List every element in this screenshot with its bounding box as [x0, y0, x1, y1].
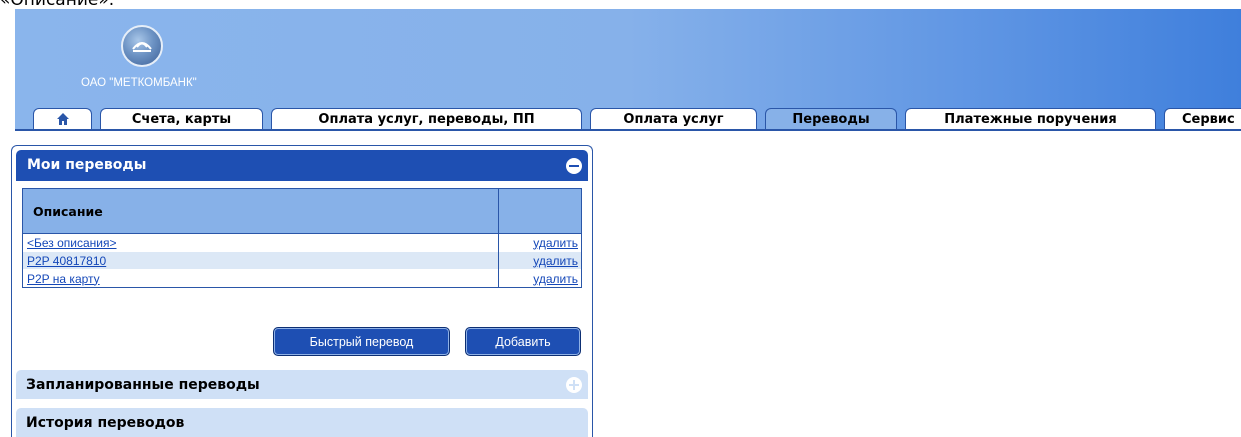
page-caption: «Описание». [0, 0, 115, 10]
transfer-description-link[interactable]: P2P 40817810 [27, 254, 106, 268]
main-tabs: Счета, карты Оплата услуг, переводы, ПП … [33, 108, 1241, 129]
delete-link[interactable]: удалить [533, 272, 578, 286]
delete-link[interactable]: удалить [533, 254, 578, 268]
tab-label: Платежные поручения [944, 111, 1117, 127]
tab-accounts-cards[interactable]: Счета, карты [100, 108, 263, 129]
tab-label: Сервис [1182, 111, 1235, 127]
column-header-actions [498, 188, 582, 234]
my-transfers-title: Мои переводы [27, 157, 147, 173]
tab-service-payments[interactable]: Оплата услуг [590, 108, 757, 129]
add-button[interactable]: Добавить [465, 327, 581, 356]
transfer-description-link[interactable]: P2P на карту [27, 272, 100, 286]
bank-logo-icon [121, 25, 163, 67]
table-row: P2P на карту удалить [22, 269, 582, 288]
quick-transfer-button[interactable]: Быстрый перевод [273, 327, 450, 356]
transfer-history-title: История переводов [26, 415, 185, 431]
my-transfers-header[interactable]: Мои переводы [16, 150, 588, 181]
bank-name: ОАО "МЕТКОМБАНК" [81, 77, 197, 89]
transfer-description-link[interactable]: <Без описания> [27, 236, 117, 250]
tab-transfers[interactable]: Переводы [765, 108, 897, 129]
tab-label: Оплата услуг, переводы, ПП [318, 111, 535, 127]
column-header-description: Описание [22, 188, 499, 234]
tab-label: Оплата услуг [623, 111, 724, 127]
table-row: <Без описания> удалить [22, 233, 582, 252]
expand-icon[interactable] [566, 377, 582, 393]
tab-home[interactable] [33, 108, 92, 129]
my-transfers-table: Описание <Без описания> удалить P2P 4081… [22, 188, 582, 288]
tab-payments-transfers[interactable]: Оплата услуг, переводы, ПП [271, 108, 582, 129]
table-row: P2P 40817810 удалить [22, 251, 582, 270]
transfer-history-header[interactable]: История переводов [16, 408, 588, 437]
tab-label: Переводы [792, 111, 870, 127]
transfers-panel: Мои переводы Описание <Без описания> уда… [11, 145, 593, 437]
tab-service[interactable]: Сервис [1164, 108, 1241, 129]
delete-link[interactable]: удалить [533, 236, 578, 250]
tab-label: Счета, карты [131, 111, 232, 127]
tabs-divider [15, 129, 1241, 131]
home-icon [56, 113, 69, 125]
scheduled-transfers-header[interactable]: Запланированные переводы [16, 370, 588, 399]
scheduled-transfers-title: Запланированные переводы [26, 377, 260, 393]
collapse-icon[interactable] [566, 158, 582, 174]
tab-payment-orders[interactable]: Платежные поручения [905, 108, 1156, 129]
